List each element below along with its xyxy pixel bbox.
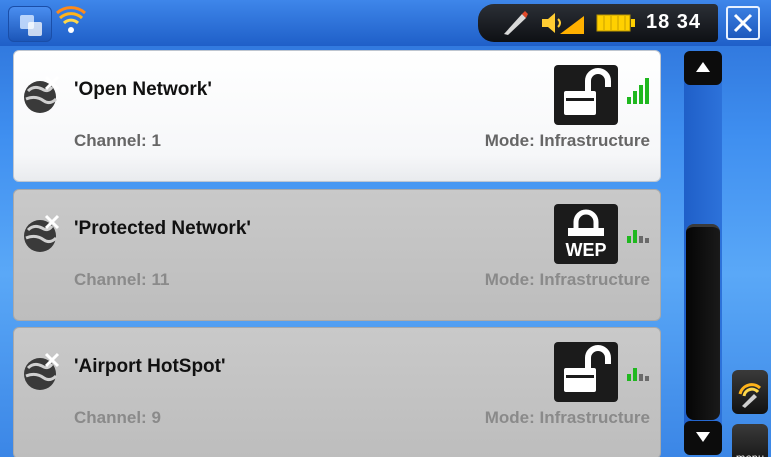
globe-network-icon	[24, 214, 60, 252]
menu-label: menu	[732, 453, 768, 457]
network-item-open-network[interactable]: 'Open Network' Channel: 1 Mode: Infrastr…	[13, 50, 661, 182]
network-channel: Channel: 9	[74, 408, 161, 427]
wep-padlock-icon: WEP	[554, 204, 618, 264]
top-bar: 18 34	[0, 0, 771, 46]
network-name: 'Open Network'	[74, 79, 212, 100]
arrow-up-icon	[696, 62, 710, 72]
network-channel: Channel: 11	[74, 270, 170, 289]
volume-icon	[542, 13, 584, 34]
scroll-down-button[interactable]	[684, 421, 722, 455]
clock: 18 34	[646, 11, 702, 33]
unlocked-padlock-icon	[554, 342, 618, 402]
globe-network-icon	[24, 352, 60, 390]
signal-strength-icon	[627, 230, 649, 243]
status-area: 18 34	[478, 4, 718, 42]
arrow-down-icon	[696, 432, 710, 442]
network-mode: Mode: Infrastructure	[484, 270, 650, 289]
wifi-settings-button[interactable]	[732, 370, 768, 414]
close-button[interactable]	[726, 6, 760, 40]
menu-button[interactable]: menu	[732, 424, 768, 457]
network-channel: Channel: 1	[74, 131, 161, 150]
network-mode: Mode: Infrastructure	[484, 408, 650, 427]
signal-strength-icon	[627, 78, 649, 104]
network-item-airport-hotspot[interactable]: 'Airport HotSpot' Channel: 9 Mode: Infra…	[13, 327, 661, 457]
stylus-icon	[504, 11, 528, 35]
network-name: 'Protected Network'	[74, 218, 251, 239]
globe-network-icon	[24, 75, 60, 113]
home-button[interactable]	[8, 6, 52, 42]
window-icon-front	[28, 22, 42, 36]
network-name: 'Airport HotSpot'	[74, 356, 226, 377]
signal-strength-icon	[627, 368, 649, 381]
wep-label: WEP	[565, 240, 606, 260]
network-item-protected-network[interactable]: 'Protected Network' Channel: 11 Mode: In…	[13, 189, 661, 321]
scrollbar-thumb[interactable]	[686, 224, 720, 420]
wifi-settings-icon	[738, 383, 762, 408]
close-icon	[733, 13, 753, 33]
wifi-icon	[56, 6, 86, 33]
scroll-up-button[interactable]	[684, 51, 722, 85]
unlocked-padlock-icon	[554, 65, 618, 125]
network-mode: Mode: Infrastructure	[484, 131, 650, 150]
battery-icon	[596, 14, 635, 32]
